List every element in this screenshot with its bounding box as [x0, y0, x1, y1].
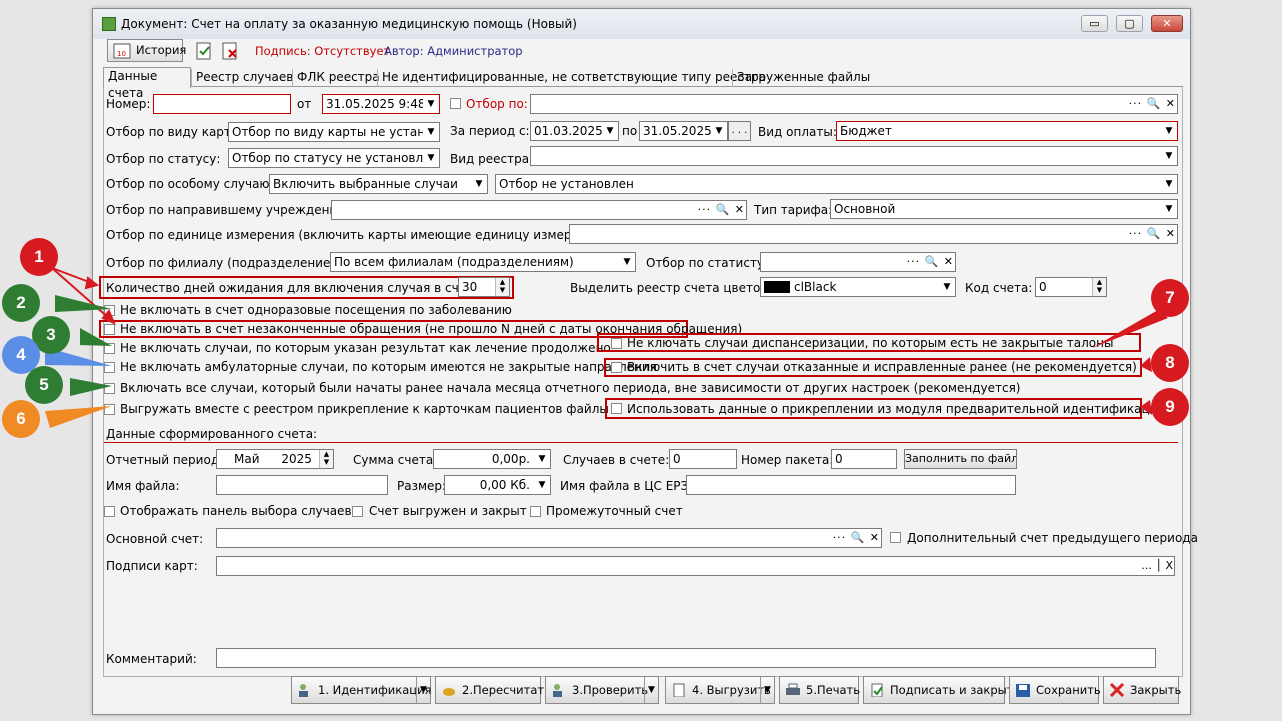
callout-7: 7 — [1151, 279, 1189, 317]
callout-6: 6 — [2, 400, 40, 438]
callout-9: 9 — [1151, 388, 1189, 426]
callout-2: 2 — [2, 284, 40, 322]
callout-8: 8 — [1151, 344, 1189, 382]
callout-1: 1 — [20, 238, 58, 276]
annotation-arrows — [45, 267, 1168, 428]
callout-5: 5 — [25, 366, 63, 404]
